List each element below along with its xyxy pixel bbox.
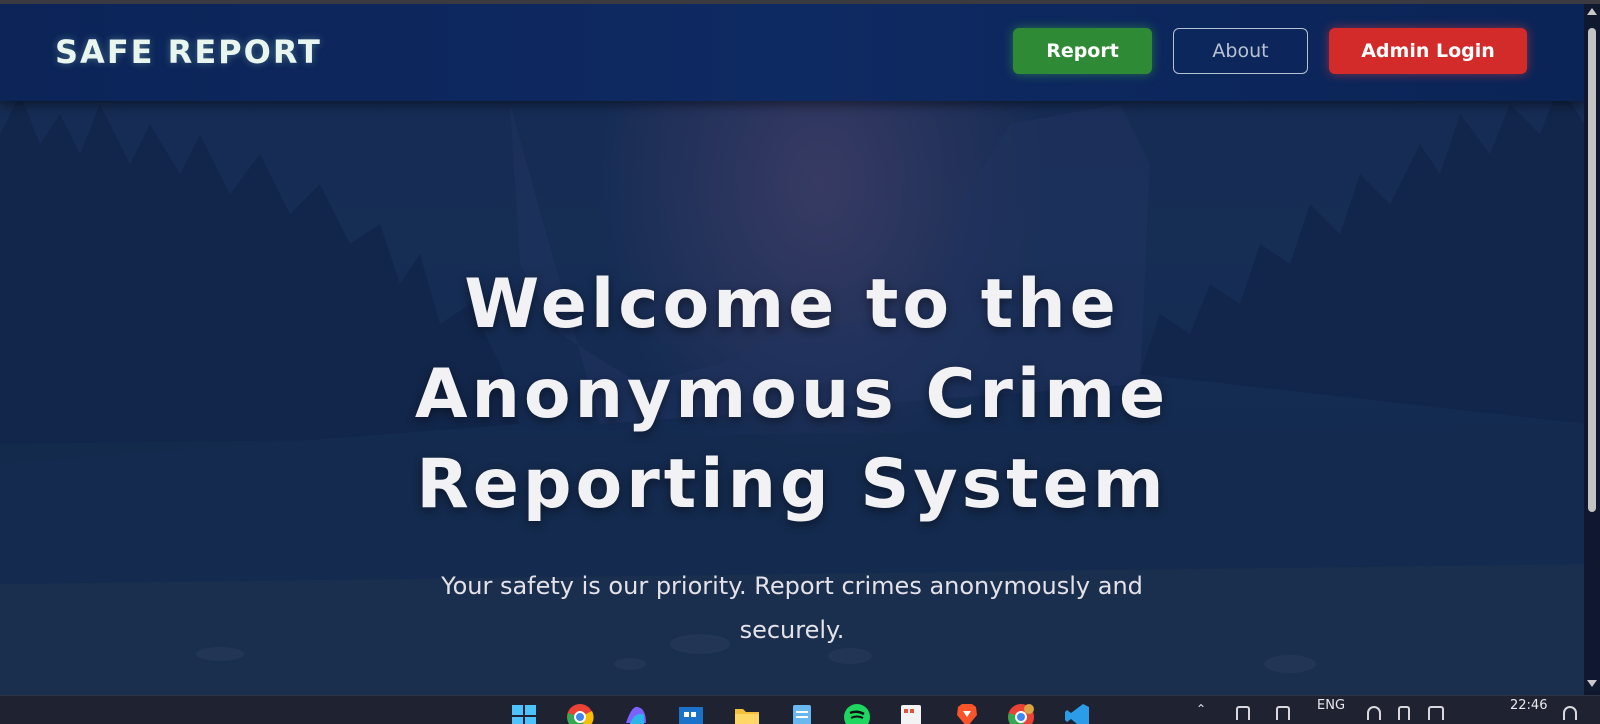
- hero-subtitle-line-1: Your safety is our priority. Report crim…: [441, 572, 1143, 600]
- hero-subtitle: Your safety is our priority. Report crim…: [380, 564, 1204, 652]
- scroll-thumb[interactable]: [1588, 28, 1596, 512]
- battery-icon[interactable]: [1428, 706, 1444, 720]
- hero-title-line-2: Anonymous Crime: [414, 355, 1170, 434]
- display-icon[interactable]: [1276, 706, 1290, 720]
- chrome-icon[interactable]: [566, 701, 594, 724]
- language-indicator[interactable]: ENG: [1317, 698, 1345, 713]
- wifi-icon[interactable]: [1367, 706, 1381, 720]
- report-button[interactable]: Report: [1013, 28, 1152, 74]
- spotify-icon[interactable]: [843, 701, 871, 724]
- windows-taskbar: ⌃ ENG 22:46: [0, 695, 1600, 724]
- notepad-icon[interactable]: [788, 701, 816, 724]
- page-viewport: SAFE REPORT Report About Admin Login Wel…: [0, 4, 1584, 695]
- scroll-up-arrow-icon[interactable]: [1587, 8, 1597, 15]
- keyboard-icon[interactable]: [1236, 706, 1250, 720]
- admin-login-button[interactable]: Admin Login: [1329, 28, 1527, 74]
- notification-bell-icon[interactable]: [1563, 706, 1577, 720]
- copilot-icon[interactable]: [622, 701, 650, 724]
- clock-time[interactable]: 22:46: [1510, 698, 1547, 713]
- snipping-tool-icon[interactable]: [898, 701, 926, 724]
- tray-overflow-chevron-icon[interactable]: ⌃: [1196, 702, 1206, 716]
- brave-icon[interactable]: [953, 701, 981, 724]
- hero-title: Welcome to the Anonymous Crime Reporting…: [350, 260, 1234, 530]
- hero-subtitle-line-2: securely.: [739, 616, 845, 644]
- vscode-icon[interactable]: [1063, 701, 1091, 724]
- file-explorer-icon[interactable]: [733, 701, 761, 724]
- start-icon[interactable]: [510, 701, 538, 724]
- hero-title-line-1: Welcome to the: [464, 265, 1120, 344]
- chrome-profile-icon[interactable]: [1007, 701, 1035, 724]
- hero-title-line-3: Reporting System: [416, 445, 1168, 524]
- volume-icon[interactable]: [1398, 706, 1410, 720]
- about-button[interactable]: About: [1173, 28, 1308, 74]
- scroll-down-arrow-icon[interactable]: [1587, 680, 1597, 687]
- brand-logo[interactable]: SAFE REPORT: [55, 33, 322, 71]
- top-navbar: SAFE REPORT Report About Admin Login: [0, 4, 1584, 101]
- vertical-scrollbar[interactable]: [1584, 4, 1600, 695]
- store-icon[interactable]: [677, 701, 705, 724]
